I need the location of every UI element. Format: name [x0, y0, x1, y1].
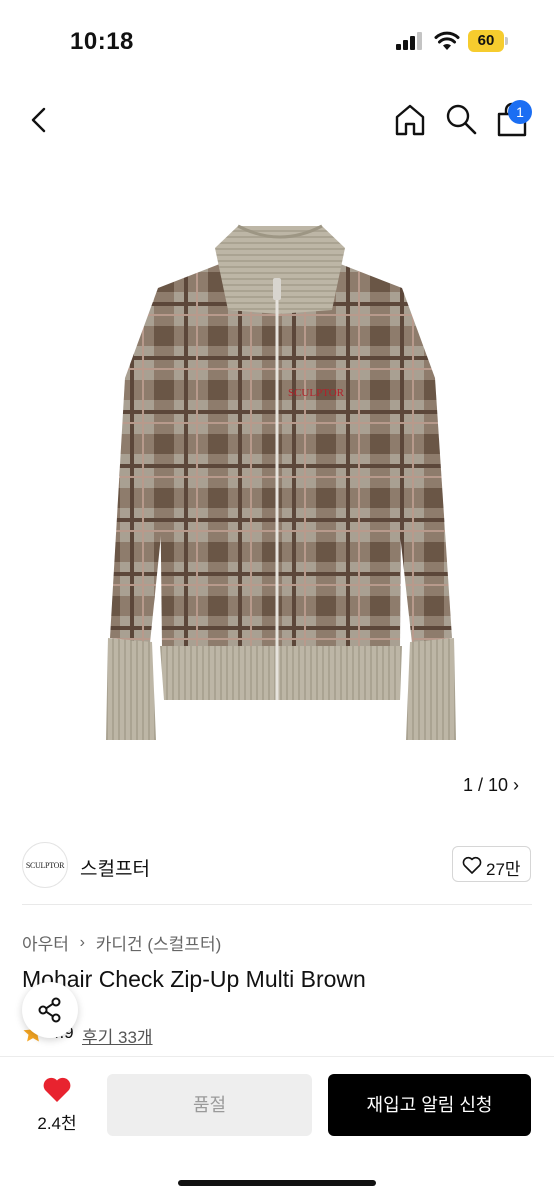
brand-like-button[interactable]: 27만	[452, 846, 531, 882]
brand-like-count: 27만	[486, 860, 521, 879]
wifi-icon	[434, 31, 460, 50]
status-bar: 10:18 60	[0, 0, 554, 80]
cart-count-badge: 1	[508, 100, 532, 124]
wishlist-count: 2.4천	[37, 1114, 77, 1133]
product-title: Mohair Check Zip-Up Multi Brown	[22, 966, 366, 992]
chest-logo-text: SCULPTOR	[288, 387, 345, 399]
cellular-signal-icon	[396, 32, 422, 50]
bottom-action-bar: 2.4천 품절 재입고 알림 신청	[0, 1056, 554, 1200]
brand-row[interactable]: SCULPTOR 스컬프터 27만	[0, 826, 554, 904]
breadcrumb-item-outer[interactable]: 아우터	[22, 930, 69, 955]
home-indicator	[178, 1180, 376, 1186]
brand-name[interactable]: 스컬프터	[80, 854, 150, 881]
section-divider	[22, 904, 532, 905]
battery-tip	[505, 37, 508, 45]
soldout-button: 품절	[107, 1074, 312, 1136]
product-image[interactable]: SCULPTOR	[100, 218, 460, 746]
share-icon	[38, 997, 61, 1023]
share-button[interactable]	[22, 982, 78, 1038]
pager-text: 1 / 10	[462, 775, 509, 795]
search-icon[interactable]	[444, 102, 478, 136]
reviews-link[interactable]: 후기 33개	[82, 1023, 153, 1048]
breadcrumb: 아우터 › 카디건 (스컬프터)	[22, 930, 221, 955]
breadcrumb-separator: ›	[79, 933, 85, 951]
heart-filled-icon	[43, 1077, 71, 1102]
breadcrumb-item-cardigan[interactable]: 카디건 (스컬프터)	[96, 930, 222, 955]
battery-level: 60	[468, 30, 504, 52]
image-pager[interactable]: 1 / 10 ›	[452, 768, 530, 802]
top-navigation	[0, 92, 554, 148]
battery-icon: 60	[468, 30, 508, 52]
status-time: 10:18	[70, 28, 134, 55]
restock-alert-button[interactable]: 재입고 알림 신청	[328, 1074, 531, 1136]
heart-outline-icon	[462, 856, 482, 874]
wishlist-button[interactable]: 2.4천	[26, 1075, 88, 1135]
brand-logo[interactable]: SCULPTOR	[22, 842, 68, 888]
home-icon[interactable]	[392, 102, 428, 138]
back-icon[interactable]	[24, 104, 56, 136]
